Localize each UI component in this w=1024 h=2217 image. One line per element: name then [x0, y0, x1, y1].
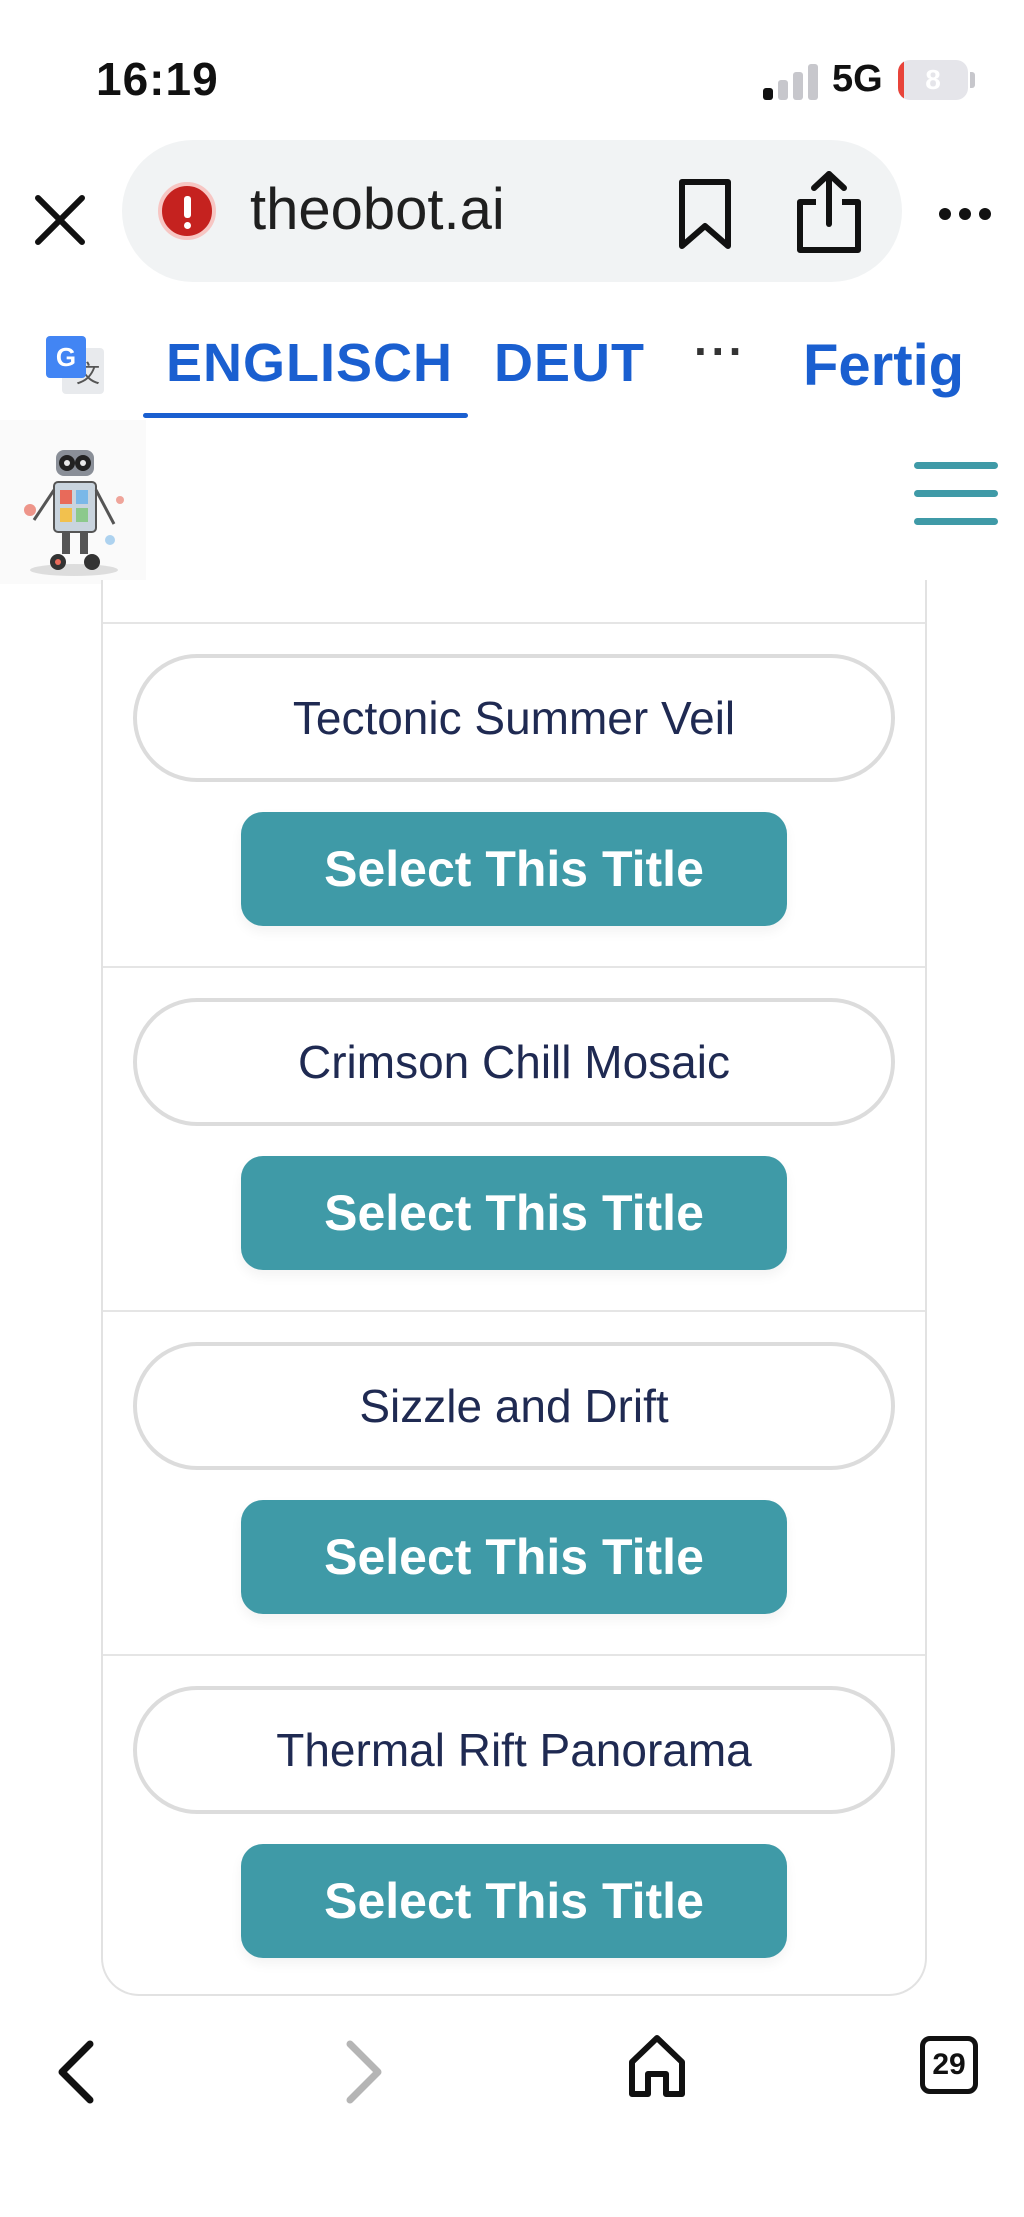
status-bar: 16:19 5G 8: [0, 0, 1024, 140]
select-title-button[interactable]: Select This Title: [241, 1156, 787, 1270]
svg-text:G: G: [56, 342, 76, 372]
title-options-card: Tectonic Summer Veil Select This Title C…: [101, 580, 927, 1996]
bookmark-icon: [679, 179, 731, 249]
hamburger-menu-icon[interactable]: [914, 462, 998, 526]
back-button[interactable]: [52, 2036, 100, 2108]
title-text: Tectonic Summer Veil: [133, 654, 895, 782]
clock: 16:19: [96, 53, 219, 105]
browser-toolbar: theobot.ai: [0, 140, 1024, 290]
home-button[interactable]: [626, 2032, 688, 2102]
tabs-button[interactable]: 29: [920, 2036, 978, 2094]
title-text: Crimson Chill Mosaic: [133, 998, 895, 1126]
select-title-button[interactable]: Select This Title: [241, 812, 787, 926]
close-button[interactable]: [28, 188, 92, 252]
forward-button[interactable]: [340, 2036, 388, 2108]
title-option: Crimson Chill Mosaic Select This Title: [103, 966, 925, 1310]
active-tab-indicator: [143, 413, 468, 418]
tab-english[interactable]: ENGLISCH: [166, 332, 453, 394]
done-button[interactable]: Fertig: [803, 332, 964, 399]
back-chevron-icon: [58, 2040, 94, 2104]
title-option: Sizzle and Drift Select This Title: [103, 1310, 925, 1654]
google-translate-icon[interactable]: 文 G: [44, 334, 106, 396]
title-text: Sizzle and Drift: [133, 1342, 895, 1470]
title-text: Thermal Rift Panorama: [133, 1686, 895, 1814]
bookmark-button[interactable]: [672, 176, 738, 252]
alert-icon[interactable]: [158, 182, 216, 240]
more-button[interactable]: [938, 194, 992, 234]
title-option: Tectonic Summer Veil Select This Title: [103, 622, 925, 966]
site-header: [0, 420, 1024, 590]
title-option: Thermal Rift Panorama Select This Title: [103, 1654, 925, 1998]
network-type: 5G: [832, 58, 883, 100]
battery-tip: [970, 72, 975, 88]
share-button[interactable]: [792, 168, 866, 256]
robot-logo[interactable]: [0, 420, 146, 584]
forward-chevron-icon: [346, 2040, 382, 2104]
translate-more-button[interactable]: ···: [694, 324, 746, 378]
bottom-navigation: 29: [0, 2000, 1024, 2217]
address-bar[interactable]: theobot.ai: [122, 140, 902, 282]
more-horizontal-icon: [939, 208, 991, 220]
signal-icon: [763, 62, 819, 100]
tab-german[interactable]: DEUT: [494, 332, 645, 394]
translate-bar: 文 G ENGLISCH DEUT ··· Fertig: [0, 310, 1024, 420]
home-icon: [629, 2035, 685, 2097]
share-icon: [797, 171, 861, 253]
battery-level: 8: [925, 64, 941, 95]
url-text[interactable]: theobot.ai: [250, 176, 505, 243]
select-title-button[interactable]: Select This Title: [241, 1844, 787, 1958]
select-title-button[interactable]: Select This Title: [241, 1500, 787, 1614]
battery-icon: 8: [898, 60, 968, 100]
close-icon: [35, 195, 85, 245]
